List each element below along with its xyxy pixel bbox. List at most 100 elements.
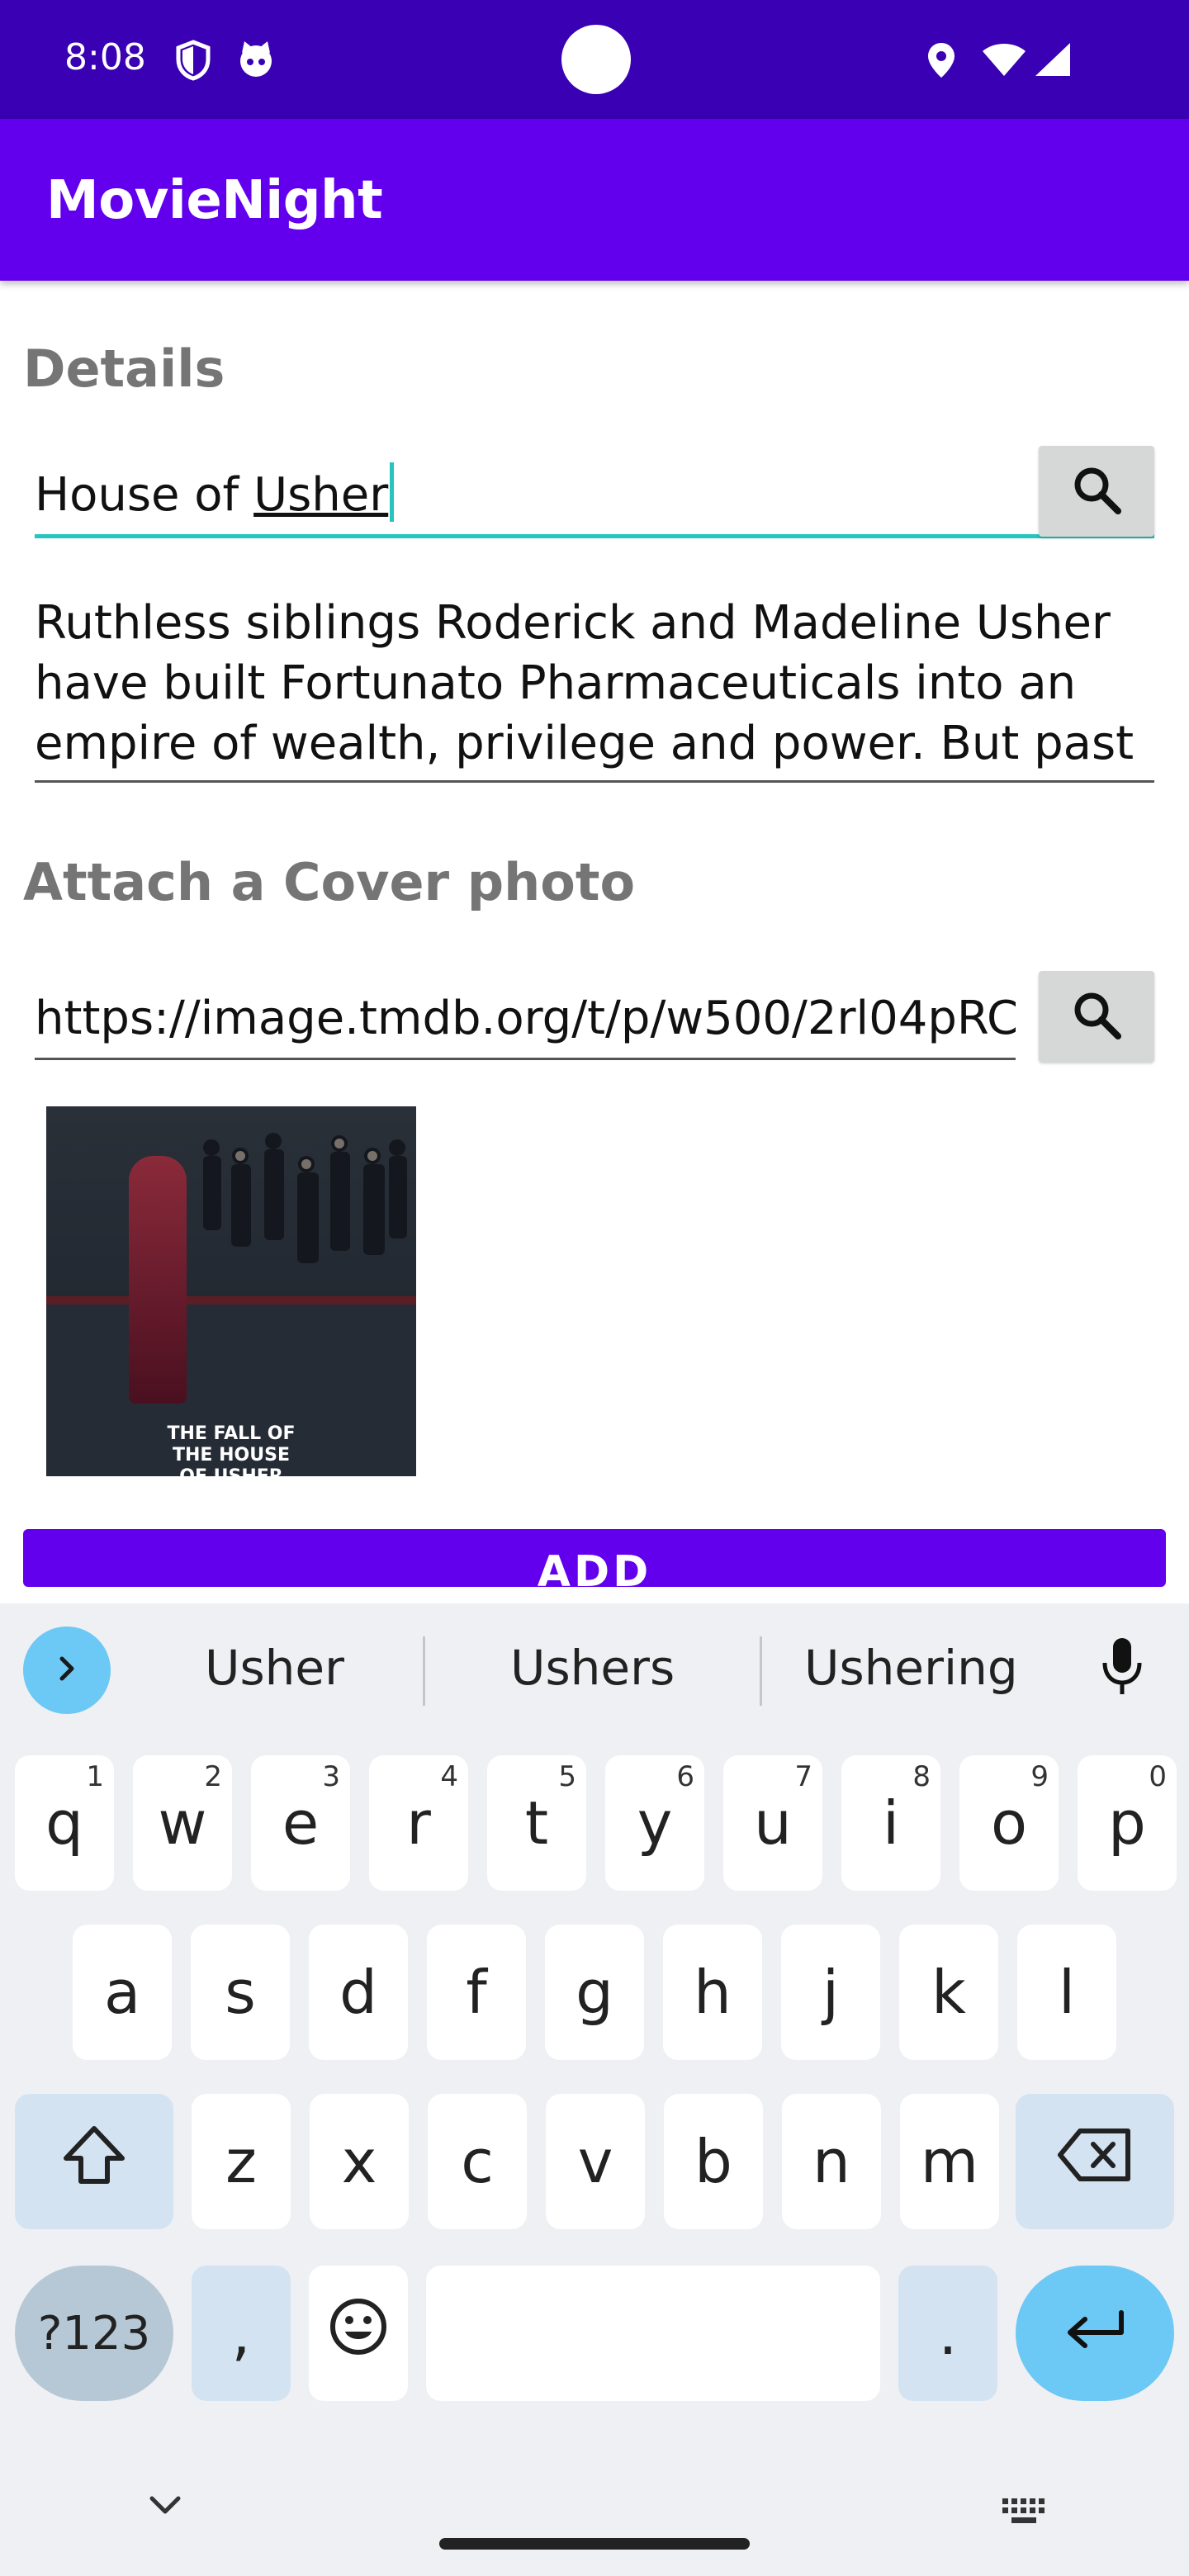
- suggestion-1[interactable]: Usher: [205, 1640, 344, 1696]
- suggestion-3[interactable]: Ushering: [804, 1640, 1018, 1696]
- key-n[interactable]: n: [782, 2094, 881, 2229]
- hide-keyboard-icon[interactable]: [147, 2493, 183, 2522]
- home-indicator[interactable]: [439, 2538, 750, 2550]
- suggestion-divider: [423, 1636, 425, 1706]
- app-title: MovieNight: [46, 170, 383, 231]
- key-label: i: [882, 1788, 899, 1858]
- keyboard-switch-icon[interactable]: [1001, 2497, 1047, 2531]
- location-icon: [925, 41, 958, 83]
- microphone-icon[interactable]: [1101, 1636, 1143, 1702]
- key-label: t: [524, 1788, 549, 1858]
- key-m[interactable]: m: [900, 2094, 999, 2229]
- key-e[interactable]: e3: [251, 1755, 350, 1891]
- key-label: y: [637, 1788, 673, 1858]
- symbols-key[interactable]: ?123: [15, 2266, 173, 2401]
- cover-photo-label: Attach a Cover photo: [23, 852, 636, 912]
- key-i[interactable]: i8: [841, 1755, 940, 1891]
- key-k[interactable]: k: [899, 1925, 998, 2060]
- key-label: q: [45, 1788, 83, 1858]
- add-button[interactable]: ADD: [23, 1529, 1166, 1587]
- key-v[interactable]: v: [546, 2094, 645, 2229]
- emoji-key[interactable]: [309, 2266, 408, 2401]
- suggestion-2[interactable]: Ushers: [510, 1640, 675, 1696]
- cover-url-input[interactable]: https://image.tmdb.org/t/p/w500/2rl04pRC: [35, 984, 1016, 1060]
- key-u[interactable]: u7: [723, 1755, 822, 1891]
- search-cover-button[interactable]: [1039, 971, 1154, 1062]
- key-w[interactable]: w2: [133, 1755, 232, 1891]
- app-bar: MovieNight: [0, 119, 1189, 281]
- key-hint: 8: [912, 1760, 931, 1793]
- key-hint: 2: [204, 1760, 222, 1793]
- period-key[interactable]: .: [898, 2266, 997, 2401]
- key-hint: 5: [558, 1760, 576, 1793]
- poster-people: [203, 1133, 407, 1263]
- key-f[interactable]: f: [427, 1925, 526, 2060]
- key-s[interactable]: s: [191, 1925, 290, 2060]
- key-o[interactable]: o9: [959, 1755, 1059, 1891]
- key-r[interactable]: r4: [369, 1755, 468, 1891]
- title-text-plain: House of: [35, 468, 254, 522]
- poster-figure: [129, 1156, 187, 1404]
- suggestion-bar: Usher Ushers Ushering: [0, 1603, 1189, 1727]
- key-label: o: [990, 1788, 1028, 1858]
- cover-photo-image: THE FALL OF THE HOUSE OF USHER: [46, 1106, 416, 1476]
- emoji-icon: [329, 2297, 388, 2370]
- key-label: p: [1108, 1788, 1146, 1858]
- key-hint: 1: [86, 1760, 104, 1793]
- key-g[interactable]: g: [545, 1925, 644, 2060]
- title-input-text: House of Usher: [35, 462, 395, 522]
- add-button-label: ADD: [537, 1547, 652, 1587]
- cat-icon: [236, 40, 276, 83]
- suggestion-divider: [760, 1636, 762, 1706]
- search-icon: [1070, 988, 1123, 1045]
- backspace-key[interactable]: [1016, 2094, 1174, 2229]
- key-label: w: [158, 1788, 207, 1858]
- key-hint: 4: [440, 1760, 458, 1793]
- search-icon: [1070, 463, 1123, 520]
- comma-key[interactable]: ,: [192, 2266, 291, 2401]
- cover-url-text: https://image.tmdb.org/t/p/w500/2rl04pRC: [35, 992, 1016, 1045]
- key-x[interactable]: x: [310, 2094, 409, 2229]
- status-bar: 8:08: [0, 0, 1189, 119]
- key-hint: 3: [322, 1760, 340, 1793]
- key-hint: 9: [1030, 1760, 1049, 1793]
- soft-keyboard: Usher Ushers Ushering q1w2e3r4t5y6u7i8o9…: [0, 1603, 1189, 2576]
- chevron-right-icon: [50, 1652, 83, 1689]
- key-a[interactable]: a: [73, 1925, 172, 2060]
- expand-toolbar-button[interactable]: [23, 1627, 111, 1714]
- enter-key[interactable]: [1016, 2266, 1174, 2401]
- key-p[interactable]: p0: [1078, 1755, 1177, 1891]
- backspace-icon: [1057, 2127, 1133, 2196]
- key-d[interactable]: d: [309, 1925, 408, 2060]
- camera-cutout: [561, 25, 631, 94]
- key-z[interactable]: z: [192, 2094, 291, 2229]
- status-time: 8:08: [64, 36, 146, 78]
- key-label: u: [754, 1788, 792, 1858]
- poster-title: THE FALL OF THE HOUSE OF USHER: [167, 1423, 296, 1476]
- shift-key[interactable]: [15, 2094, 173, 2229]
- enter-icon: [1063, 2299, 1126, 2368]
- key-q[interactable]: q1: [15, 1755, 114, 1891]
- details-label: Details: [23, 339, 225, 399]
- key-l[interactable]: l: [1017, 1925, 1116, 2060]
- key-b[interactable]: b: [664, 2094, 763, 2229]
- key-label: e: [282, 1788, 320, 1858]
- key-label: r: [406, 1788, 431, 1858]
- title-text-composing: Usher: [253, 468, 389, 522]
- title-input[interactable]: House of Usher: [35, 459, 1042, 538]
- key-hint: 6: [676, 1760, 694, 1793]
- shield-icon: [175, 40, 211, 85]
- shift-icon: [61, 2124, 127, 2200]
- wifi-icon: [981, 41, 1027, 82]
- key-c[interactable]: c: [428, 2094, 527, 2229]
- description-text: Ruthless siblings Roderick and Madeline …: [35, 596, 1135, 770]
- search-title-button[interactable]: [1039, 446, 1154, 537]
- key-hint: 7: [794, 1760, 812, 1793]
- signal-icon: [1034, 41, 1072, 82]
- key-j[interactable]: j: [781, 1925, 880, 2060]
- key-h[interactable]: h: [663, 1925, 762, 2060]
- key-t[interactable]: t5: [487, 1755, 586, 1891]
- space-key[interactable]: [426, 2266, 880, 2401]
- description-input[interactable]: Ruthless siblings Roderick and Madeline …: [35, 593, 1154, 783]
- key-y[interactable]: y6: [605, 1755, 704, 1891]
